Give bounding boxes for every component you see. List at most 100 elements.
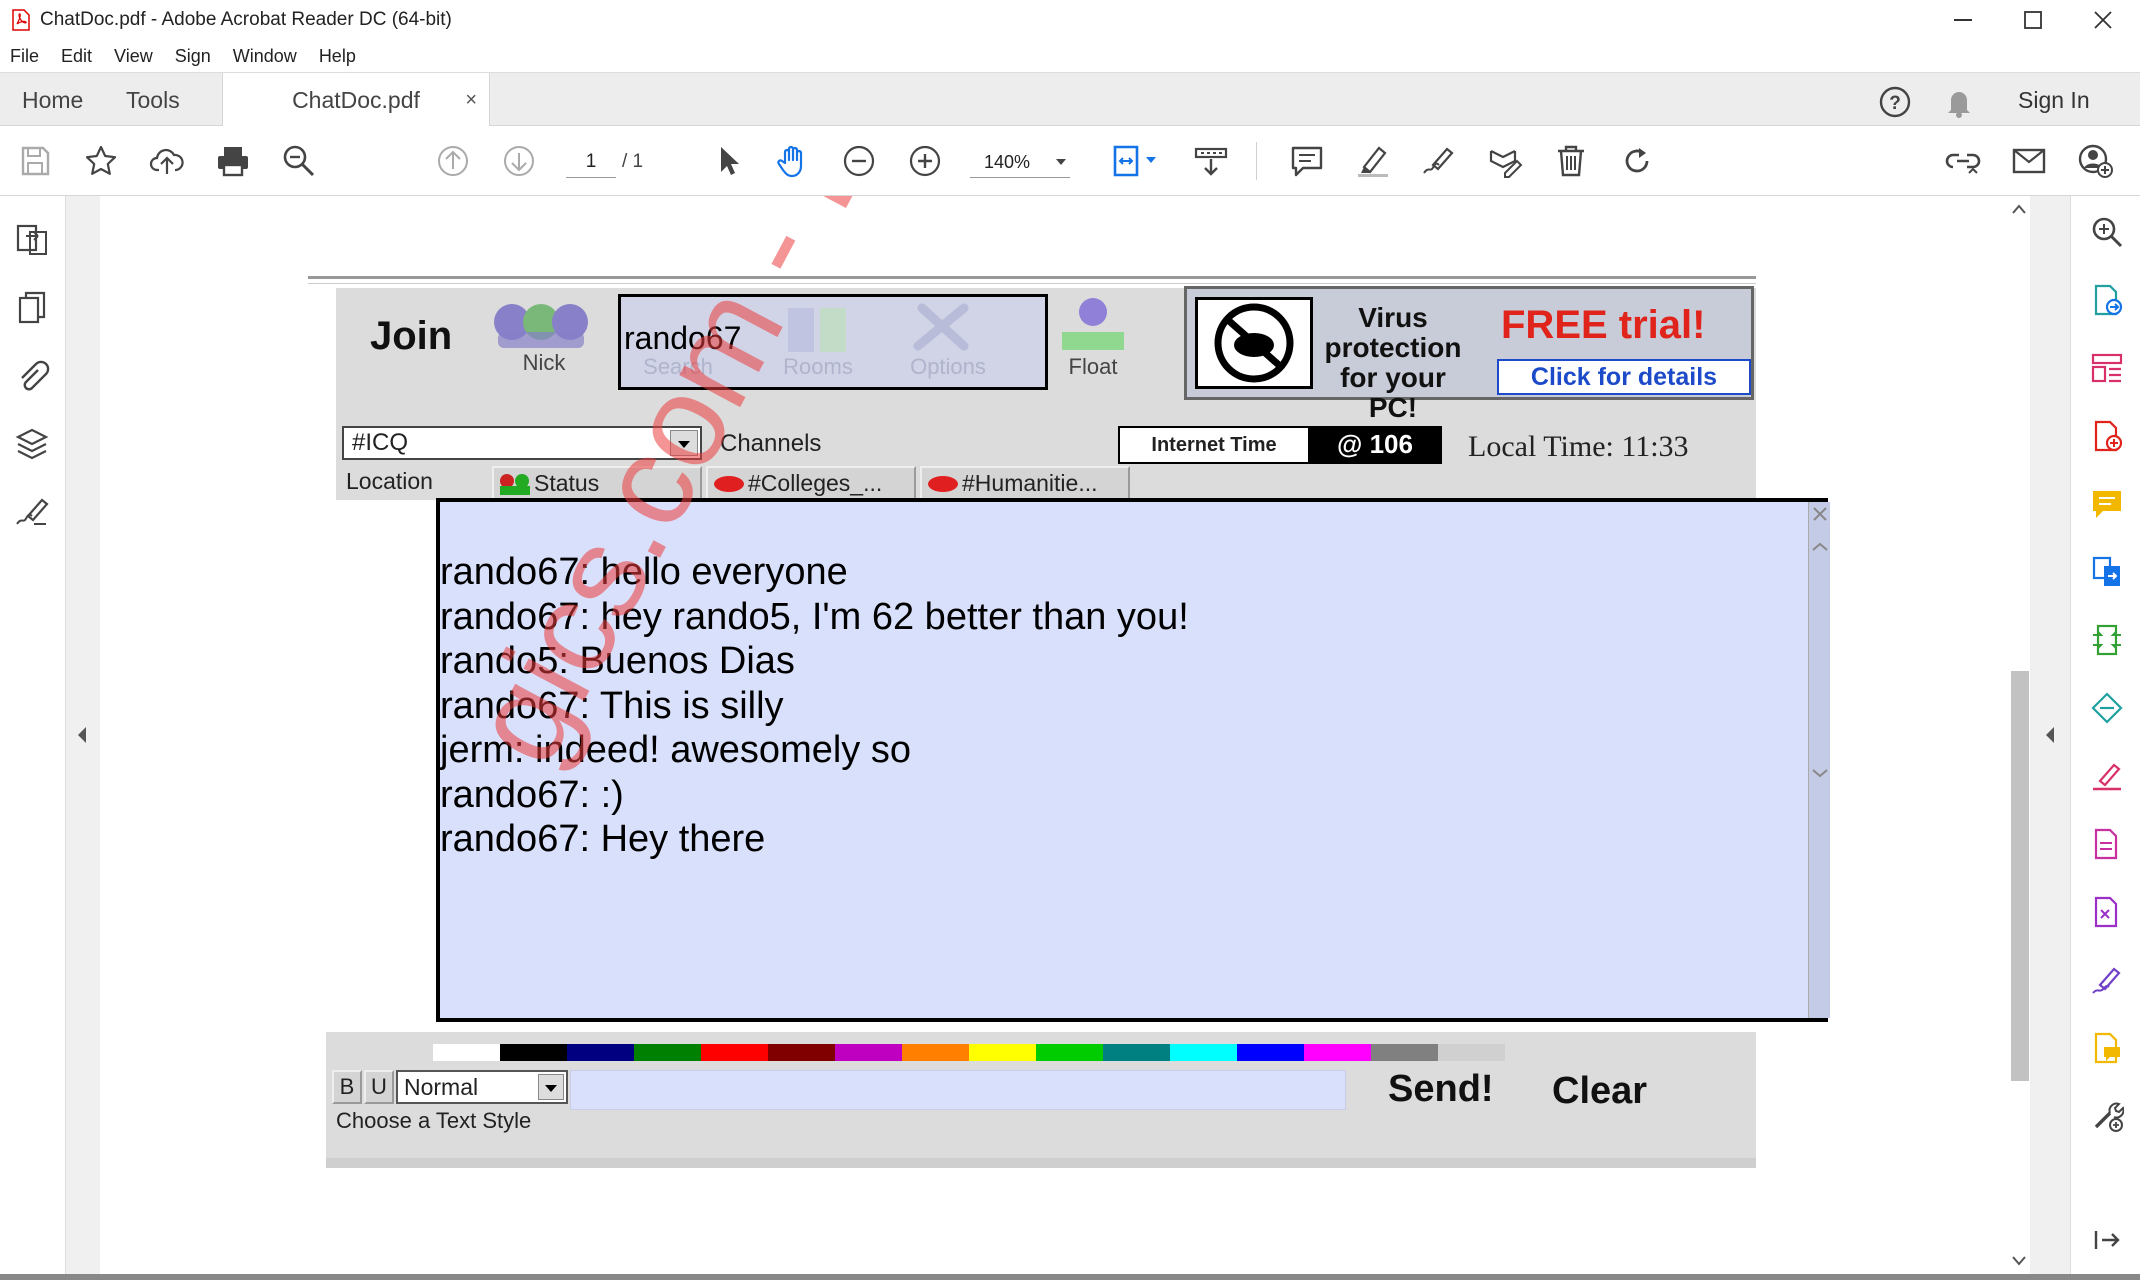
palette-color-swatch[interactable]: [1170, 1044, 1237, 1061]
tab-home[interactable]: Home: [22, 73, 83, 127]
zoom-search-tool-icon[interactable]: [2087, 212, 2127, 252]
protect-pdf-icon[interactable]: [2087, 892, 2127, 932]
menu-view[interactable]: View: [114, 46, 153, 67]
palette-color-swatch[interactable]: [902, 1044, 969, 1061]
message-input[interactable]: [570, 1070, 1346, 1110]
right-pane-collapse-strip[interactable]: [2030, 196, 2070, 1280]
zoom-in-icon[interactable]: [904, 140, 946, 182]
sign-in-link[interactable]: Sign In: [2018, 73, 2090, 127]
maximize-button[interactable]: [1998, 0, 2068, 40]
search-label[interactable]: Search: [628, 354, 728, 380]
print-icon[interactable]: [212, 140, 254, 182]
nick-people-icon[interactable]: [486, 300, 596, 350]
signatures-pane-icon[interactable]: [12, 492, 52, 532]
zoom-level-select[interactable]: 140%: [970, 146, 1070, 178]
tab-document[interactable]: ChatDoc.pdf ×: [222, 73, 490, 128]
palette-color-swatch[interactable]: [1304, 1044, 1371, 1061]
comment-icon[interactable]: [1286, 140, 1328, 182]
bookmark-star-icon[interactable]: [80, 140, 122, 182]
palette-color-swatch[interactable]: [701, 1044, 768, 1061]
delete-trash-icon[interactable]: [1550, 140, 1592, 182]
comment-tool-icon[interactable]: [2087, 484, 2127, 524]
left-pane-collapse-strip[interactable]: [66, 196, 100, 1280]
email-envelope-icon[interactable]: [2008, 140, 2050, 182]
document-viewport[interactable]: Join Nick rando67 Search Rooms Options F…: [100, 196, 2008, 1276]
zoom-out-icon[interactable]: [838, 140, 880, 182]
close-window-button[interactable]: [2068, 0, 2138, 40]
bold-button[interactable]: B: [332, 1070, 362, 1104]
help-icon[interactable]: ?: [1878, 85, 1912, 119]
attachments-paperclip-icon[interactable]: [12, 356, 52, 396]
save-icon[interactable]: [14, 140, 56, 182]
add-user-share-icon[interactable]: [2074, 140, 2116, 182]
copy-pages-icon[interactable]: [12, 288, 52, 328]
next-page-icon[interactable]: [498, 140, 540, 182]
page-number-input[interactable]: 1: [566, 146, 616, 178]
minimize-button[interactable]: [1928, 0, 1998, 40]
document-scrollbar[interactable]: [2008, 196, 2030, 1276]
notifications-bell-icon[interactable]: [1942, 85, 1976, 119]
scan-ocr-icon[interactable]: [2087, 688, 2127, 728]
menu-edit[interactable]: Edit: [61, 46, 92, 67]
scroll-up-arrow-icon[interactable]: [1811, 542, 1829, 552]
menu-file[interactable]: File: [10, 46, 39, 67]
palette-color-swatch[interactable]: [634, 1044, 701, 1061]
scrolling-mode-icon[interactable]: [1190, 140, 1232, 182]
scroll-up-arrow-icon[interactable]: [2012, 204, 2026, 214]
hand-tool-icon[interactable]: [772, 140, 814, 182]
palette-color-swatch[interactable]: [567, 1044, 634, 1061]
palette-color-swatch[interactable]: [1036, 1044, 1103, 1061]
highlight-pen-icon[interactable]: [1352, 140, 1394, 182]
organize-pages-icon[interactable]: [2087, 348, 2127, 388]
scroll-down-arrow-icon[interactable]: [1811, 768, 1829, 778]
request-signature-icon[interactable]: [2087, 960, 2127, 1000]
send-for-comments-icon[interactable]: [2087, 1028, 2127, 1068]
fill-and-sign-icon[interactable]: [2087, 756, 2127, 796]
menu-help[interactable]: Help: [319, 46, 356, 67]
collapse-tools-pane-icon[interactable]: [2087, 1220, 2127, 1260]
zoom-search-icon[interactable]: [278, 140, 320, 182]
options-label[interactable]: Options: [898, 354, 998, 380]
virus-ad-banner[interactable]: Virus protection for your PC! FREE trial…: [1184, 286, 1754, 423]
page-thumbnails-icon[interactable]: [12, 220, 52, 260]
underline-button[interactable]: U: [364, 1070, 394, 1104]
palette-color-swatch[interactable]: [500, 1044, 567, 1061]
dropdown-arrow-icon[interactable]: [670, 430, 698, 456]
close-tab-icon[interactable]: ×: [465, 89, 477, 112]
scrollbar-thumb[interactable]: [2011, 671, 2029, 1081]
location-tab-humanities[interactable]: #Humanitie...: [920, 466, 1130, 500]
location-tab-status[interactable]: Status: [492, 466, 702, 500]
channel-select[interactable]: #ICQ: [342, 426, 702, 460]
tab-tools[interactable]: Tools: [126, 73, 180, 127]
location-tab-colleges[interactable]: #Colleges_...: [706, 466, 916, 500]
draw-signature-icon[interactable]: [1418, 140, 1460, 182]
layers-icon[interactable]: [12, 424, 52, 464]
join-button[interactable]: Join: [370, 314, 452, 359]
expand-left-pane-icon[interactable]: [76, 726, 88, 744]
share-link-icon[interactable]: [1942, 140, 1984, 182]
rooms-door-icon[interactable]: [778, 304, 858, 352]
palette-color-swatch[interactable]: [835, 1044, 902, 1061]
select-arrow-icon[interactable]: [706, 140, 748, 182]
chat-message-log[interactable]: rando67: hello everyone rando67: hey ran…: [436, 498, 1830, 1022]
palette-color-swatch[interactable]: [1237, 1044, 1304, 1061]
clear-button[interactable]: Clear: [1552, 1070, 1647, 1113]
page-fit-icon[interactable]: [1106, 140, 1166, 182]
dropdown-arrow-icon[interactable]: [538, 1074, 564, 1100]
combine-files-icon[interactable]: [2087, 552, 2127, 592]
menu-window[interactable]: Window: [233, 46, 297, 67]
rotate-icon[interactable]: [1616, 140, 1658, 182]
scroll-down-arrow-icon[interactable]: [2012, 1256, 2026, 1266]
export-pdf-icon[interactable]: [2087, 280, 2127, 320]
options-tools-icon[interactable]: [908, 302, 978, 352]
palette-color-swatch[interactable]: [768, 1044, 835, 1061]
menu-sign[interactable]: Sign: [175, 46, 211, 67]
send-button[interactable]: Send!: [1388, 1068, 1494, 1111]
collapse-right-pane-icon[interactable]: [2044, 726, 2056, 744]
compress-pdf-icon[interactable]: [2087, 620, 2127, 660]
palette-color-swatch[interactable]: [1438, 1044, 1505, 1061]
palette-color-swatch[interactable]: [1103, 1044, 1170, 1061]
prepare-form-icon[interactable]: [2087, 824, 2127, 864]
close-icon[interactable]: [1811, 506, 1829, 522]
create-pdf-icon[interactable]: [2087, 416, 2127, 456]
